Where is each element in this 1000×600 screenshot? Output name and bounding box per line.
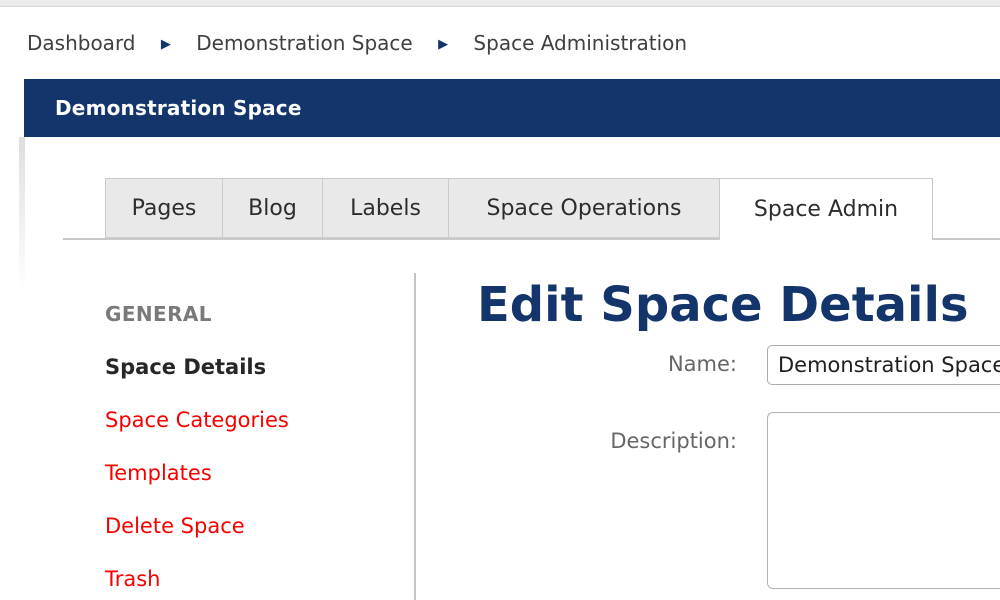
- sidebar-item-space-categories[interactable]: Space Categories: [105, 393, 395, 446]
- tab-blog[interactable]: Blog: [222, 178, 323, 238]
- tab-space-admin[interactable]: Space Admin: [719, 178, 933, 240]
- breadcrumb-separator-icon: ▶: [161, 37, 171, 52]
- breadcrumb-item-dashboard[interactable]: Dashboard: [27, 31, 136, 55]
- tab-labels[interactable]: Labels: [322, 178, 449, 238]
- space-admin-page: Dashboard ▶ Demonstration Space ▶ Space …: [0, 0, 1000, 600]
- name-input[interactable]: [767, 345, 1000, 385]
- breadcrumb-item-space-administration[interactable]: Space Administration: [473, 31, 687, 55]
- page-title: Edit Space Details: [477, 277, 969, 333]
- breadcrumb: Dashboard ▶ Demonstration Space ▶ Space …: [27, 31, 687, 55]
- sidebar-item-templates[interactable]: Templates: [105, 446, 395, 499]
- tab-space-operations[interactable]: Space Operations: [448, 178, 720, 238]
- space-header-title: Demonstration Space: [24, 96, 302, 120]
- sidebar-section-general: GENERAL: [105, 287, 395, 340]
- description-label: Description:: [478, 429, 737, 453]
- description-textarea[interactable]: [767, 412, 1000, 589]
- panel-shadow: [19, 137, 25, 292]
- top-chrome-strip: [0, 0, 1000, 7]
- sidebar-item-space-details[interactable]: Space Details: [105, 340, 395, 393]
- sidebar-divider: [414, 273, 416, 600]
- breadcrumb-item-demonstration-space[interactable]: Demonstration Space: [196, 31, 412, 55]
- space-header-bar: Demonstration Space: [24, 79, 1000, 137]
- sidebar-item-delete-space[interactable]: Delete Space: [105, 499, 395, 552]
- breadcrumb-separator-icon: ▶: [438, 37, 448, 52]
- name-label: Name:: [478, 352, 737, 376]
- sidebar-item-trash[interactable]: Trash: [105, 552, 395, 600]
- sidebar-nav: GENERAL Space Details Space Categories T…: [105, 287, 395, 600]
- tab-pages[interactable]: Pages: [105, 178, 223, 238]
